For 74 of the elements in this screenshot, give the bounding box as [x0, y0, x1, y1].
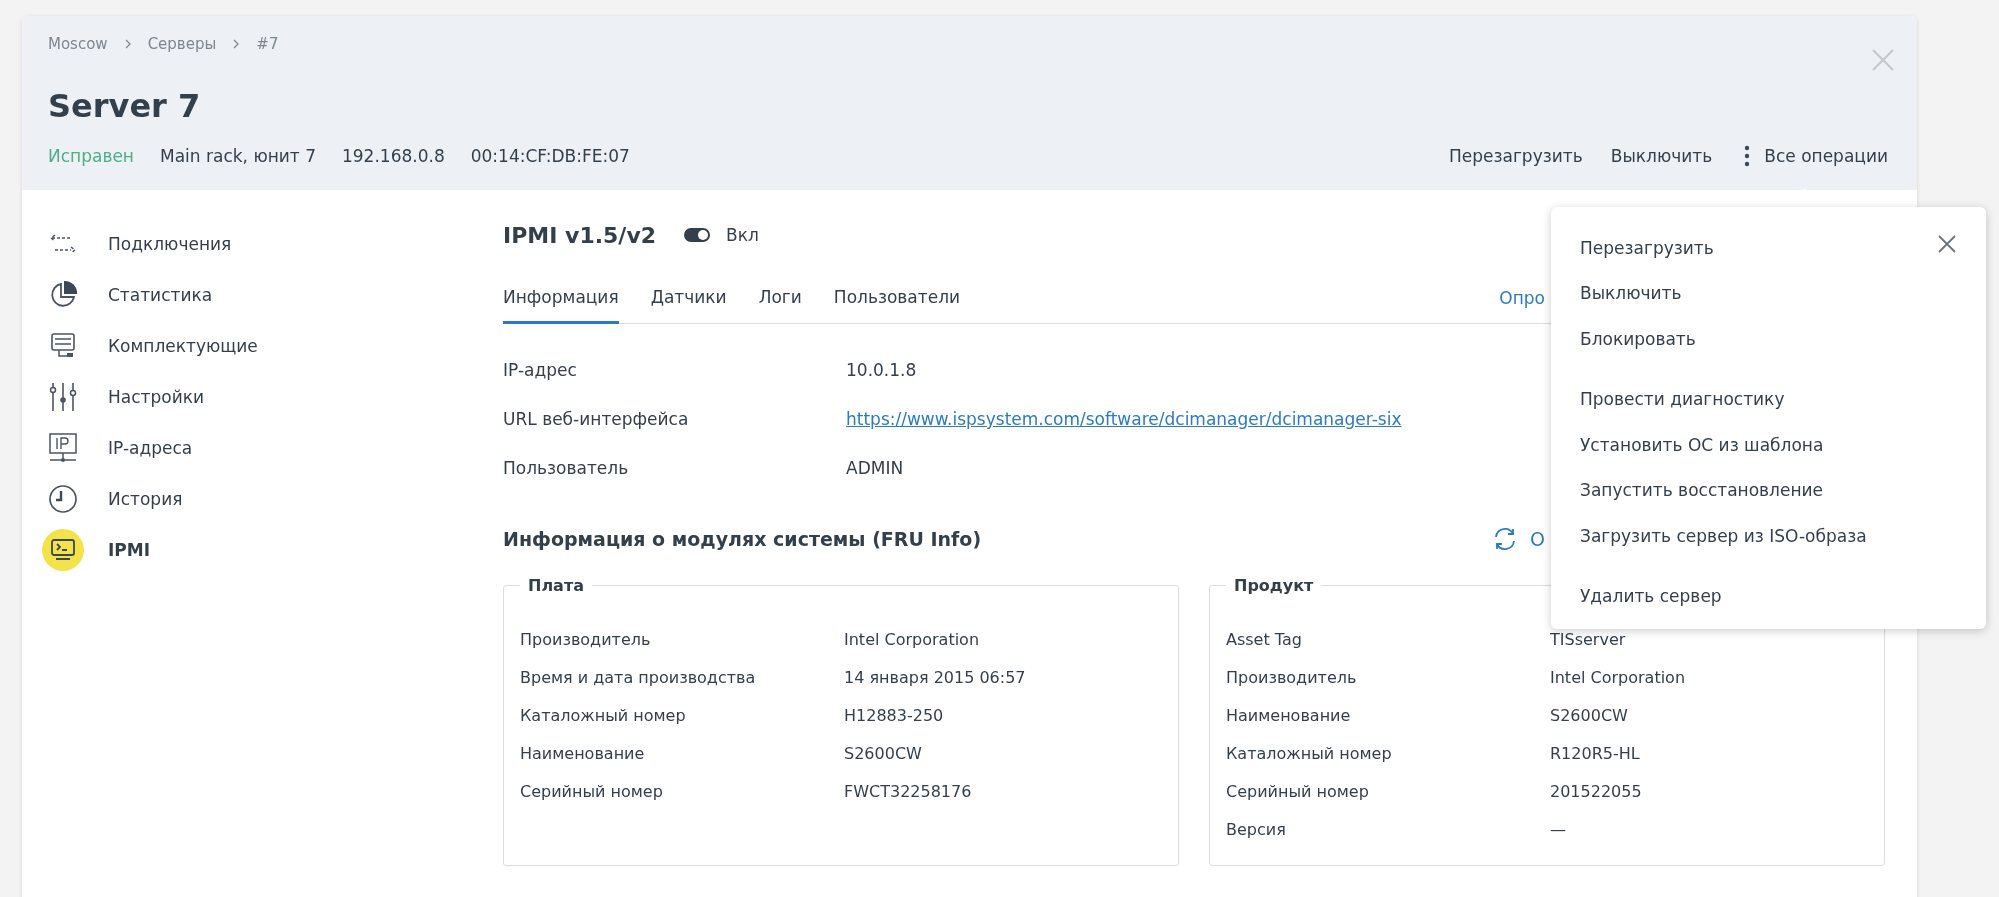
sidebar-item[interactable]: IPMI	[42, 524, 503, 575]
property-label: Серийный номер	[1226, 782, 1369, 801]
location-text: Main rack, юнит 7	[160, 146, 316, 166]
menu-item[interactable]: Удалить сервер	[1580, 573, 1986, 619]
header-action-button[interactable]: Перезагрузить	[1434, 146, 1583, 166]
menu-item[interactable]: Перезагрузить	[1580, 225, 1986, 271]
status-text: Исправен	[48, 146, 134, 166]
property-value: 14 января 2015 06:57	[844, 668, 1026, 687]
menu-item[interactable]: Провести диагностику	[1580, 376, 1986, 422]
property-value: H12883-250	[844, 706, 944, 725]
menu-item[interactable]: Загрузить сервер из ISO-образа	[1580, 513, 1986, 559]
tab[interactable]: Датчики	[650, 287, 727, 324]
refresh-link[interactable]: О	[1492, 526, 1545, 552]
header-action-button[interactable]: Выключить	[1596, 146, 1713, 166]
property-label: Asset Tag	[1226, 630, 1302, 649]
field-value: 10.0.1.8	[846, 360, 917, 380]
menu-item[interactable]: Выключить	[1580, 270, 1986, 316]
menu-item[interactable]: Запустить восстановление	[1580, 467, 1986, 513]
property-label: Каталожный номер	[520, 706, 686, 725]
field-label: IP-адрес	[503, 360, 577, 380]
more-icon[interactable]	[1744, 145, 1751, 167]
arrows-icon	[49, 232, 77, 255]
property-value: R120R5-HL	[1550, 744, 1640, 763]
tab[interactable]: Пользователи	[833, 287, 961, 324]
property-label: Производитель	[1226, 668, 1357, 687]
section-title: IPMI v1.5/v2	[503, 222, 657, 248]
group-title: Продукт	[1233, 576, 1315, 595]
tab[interactable]: Логи	[758, 287, 802, 324]
property-label: Время и дата производства	[520, 668, 756, 687]
menu-item[interactable]: Установить ОС из шаблона	[1580, 422, 1986, 468]
sidebar-item[interactable]: Статистика	[42, 269, 503, 320]
chevron-icon	[232, 39, 241, 49]
toggle-label: Вкл	[726, 225, 759, 245]
sidebar-item[interactable]: Настройки	[42, 371, 503, 422]
sidebar-item[interactable]: IP-адреса	[42, 422, 503, 473]
pie-chart-icon	[48, 279, 78, 310]
property-value: S2600CW	[844, 744, 922, 763]
server-rack-icon	[49, 331, 77, 360]
property-value: Intel Corporation	[1550, 668, 1686, 687]
field-label: URL веб-интерфейса	[503, 409, 689, 429]
group-title: Плата	[527, 576, 585, 595]
property-value: FWCT32258176	[844, 782, 972, 801]
poll-link[interactable]: Опро	[1499, 288, 1545, 323]
sidebar-item[interactable]: Комплектующие	[42, 320, 503, 371]
property-label: Версия	[1226, 820, 1286, 839]
header-action-button[interactable]: Все операции	[1750, 146, 1888, 166]
sidebar-item[interactable]: Подключения	[42, 218, 503, 269]
property-label: Наименование	[1226, 706, 1351, 725]
property-label: Наименование	[520, 744, 645, 763]
terminal-icon	[50, 537, 76, 562]
ip-monitor-icon	[48, 432, 78, 463]
property-value: 201522055	[1550, 782, 1642, 801]
sliders-icon	[49, 381, 77, 412]
sidebar-item[interactable]: История	[42, 473, 503, 524]
section-title: Информация о модулях системы (FRU Info)	[503, 528, 982, 550]
toggle-switch[interactable]	[684, 228, 711, 242]
ip-text: 192.168.0.8	[342, 146, 445, 166]
chevron-icon	[123, 39, 132, 49]
property-value: Intel Corporation	[844, 630, 980, 649]
clock-icon	[48, 483, 78, 514]
property-label: Производитель	[520, 630, 651, 649]
close-icon[interactable]	[1937, 234, 1957, 254]
property-value: S2600CW	[1550, 706, 1628, 725]
property-value: —	[1550, 820, 1566, 839]
mac-text: 00:14:CF:DB:FE:07	[470, 146, 630, 166]
property-label: Серийный номер	[520, 782, 663, 801]
property-label: Каталожный номер	[1226, 744, 1392, 763]
field-value: ADMIN	[846, 458, 904, 478]
property-value: TISserver	[1550, 630, 1626, 649]
field-label: Пользователь	[503, 458, 629, 478]
url-link[interactable]: https://www.ispsystem.com/software/dcimanager/dcimanager-six	[846, 409, 1402, 429]
menu-item[interactable]: Блокировать	[1580, 316, 1986, 362]
server-title: Server 7	[48, 87, 202, 125]
tab[interactable]: Информация	[503, 287, 619, 324]
